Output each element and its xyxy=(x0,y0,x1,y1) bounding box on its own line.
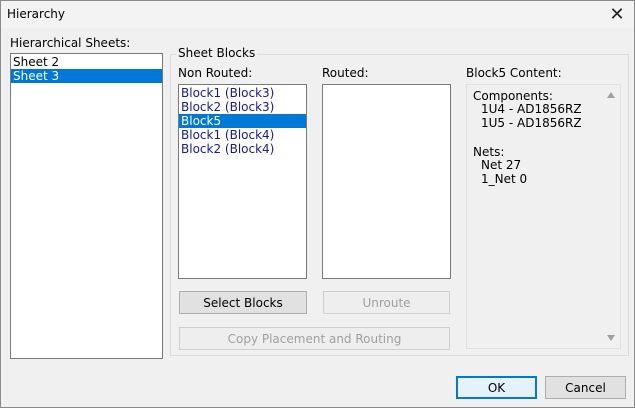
block-item[interactable]: Block1 (Block3) xyxy=(179,86,306,100)
sheet-item-selected[interactable]: Sheet 3 xyxy=(11,69,162,83)
component-line: 1U4 - AD1856RZ xyxy=(481,102,582,116)
hierarchical-sheets-list[interactable]: Sheet 2 Sheet 3 xyxy=(10,53,163,359)
routed-label: Routed: xyxy=(322,66,369,80)
non-routed-list[interactable]: Block1 (Block3) Block2 (Block3) Block5 B… xyxy=(178,84,307,279)
block-item-selected[interactable]: Block5 xyxy=(179,114,306,128)
block-item[interactable]: Block2 (Block4) xyxy=(179,142,306,156)
non-routed-label: Non Routed: xyxy=(178,66,253,80)
block-content-box[interactable]: Components: 1U4 - AD1856RZ 1U5 - AD1856R… xyxy=(466,84,621,349)
block-item[interactable]: Block1 (Block4) xyxy=(179,128,306,142)
component-line: 1U5 - AD1856RZ xyxy=(481,116,582,130)
net-line: Net 27 xyxy=(481,158,522,172)
scroll-up-arrow-icon[interactable] xyxy=(607,92,615,98)
sheet-item[interactable]: Sheet 2 xyxy=(11,55,162,69)
cancel-button[interactable]: Cancel xyxy=(545,376,626,399)
hierarchy-dialog: Hierarchy ✕ Hierarchical Sheets: Sheet 2… xyxy=(0,0,635,408)
net-line: 1_Net 0 xyxy=(481,172,528,186)
close-button[interactable]: ✕ xyxy=(600,1,634,28)
components-header: Components: xyxy=(473,89,553,103)
block-content-label: Block5 Content: xyxy=(466,66,562,80)
nets-header: Nets: xyxy=(473,145,505,159)
dialog-title: Hierarchy xyxy=(7,7,66,21)
block-item[interactable]: Block2 (Block3) xyxy=(179,100,306,114)
hierarchical-sheets-label: Hierarchical Sheets: xyxy=(10,36,131,50)
title-bar: Hierarchy ✕ xyxy=(1,1,634,28)
unroute-button[interactable]: Unroute xyxy=(323,291,450,314)
sheet-blocks-label: Sheet Blocks xyxy=(176,46,258,60)
routed-list[interactable] xyxy=(322,84,451,279)
close-icon: ✕ xyxy=(609,4,625,25)
select-blocks-button[interactable]: Select Blocks xyxy=(179,291,307,314)
scroll-down-arrow-icon[interactable] xyxy=(607,335,615,341)
ok-button[interactable]: OK xyxy=(456,376,537,399)
copy-placement-routing-button[interactable]: Copy Placement and Routing xyxy=(179,327,450,350)
content-scrollbar[interactable] xyxy=(603,85,620,348)
